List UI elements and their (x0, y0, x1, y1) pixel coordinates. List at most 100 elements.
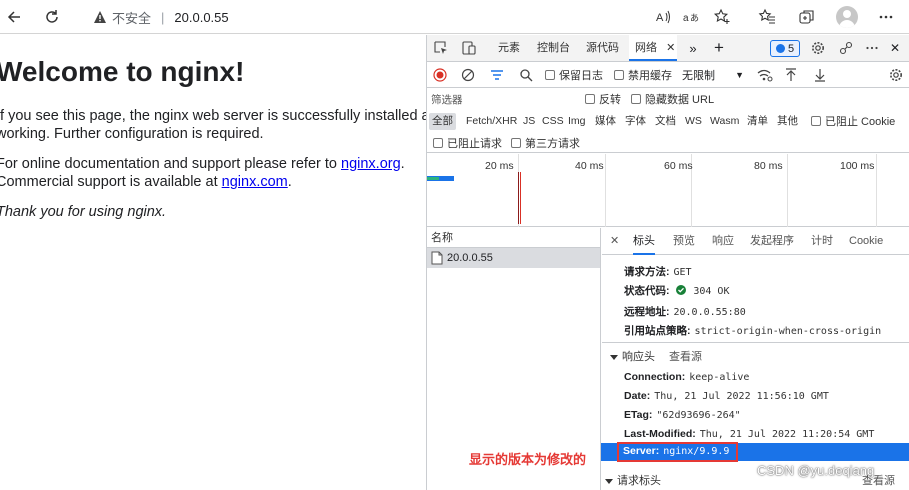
reload-button[interactable] (40, 5, 64, 29)
back-button[interactable] (2, 5, 26, 29)
request-headers-section[interactable]: 请求标头 (605, 472, 661, 488)
collections-button[interactable] (795, 5, 819, 29)
close-devtools-icon[interactable]: ✕ (887, 40, 903, 56)
tab-sources[interactable]: 源代码 (586, 35, 619, 61)
close-detail-icon[interactable]: ✕ (610, 228, 619, 255)
favorites-button[interactable] (755, 5, 779, 29)
request-waterfall-wait (427, 177, 439, 180)
page-content: Welcome to nginx! If you see this page, … (0, 35, 426, 490)
download-icon (815, 69, 825, 82)
type-media[interactable]: 媒体 (595, 113, 616, 130)
hide-data-urls-checkbox[interactable]: 隐藏数据 URL (631, 88, 714, 110)
type-wasm[interactable]: Wasm (710, 113, 739, 130)
checkbox-icon (811, 116, 821, 126)
browser-toolbar: 不安全 | 20.0.0.55 A aあ (0, 0, 909, 34)
network-conditions-button[interactable] (757, 62, 773, 88)
add-favorite-button[interactable] (710, 5, 734, 29)
support-mid: . (400, 156, 405, 172)
tick-label: 100 ms (840, 160, 875, 172)
check-circle-icon (676, 285, 687, 295)
tab-response[interactable]: 响应 (712, 228, 734, 255)
issues-badge[interactable]: 5 (770, 40, 800, 57)
read-aloud-icon: A (656, 10, 670, 24)
type-all[interactable]: 全部 (429, 113, 456, 130)
network-settings-button[interactable] (889, 62, 903, 88)
tab-preview[interactable]: 预览 (673, 228, 695, 255)
tab-console[interactable]: 控制台 (537, 35, 570, 61)
tab-initiator[interactable]: 发起程序 (750, 228, 794, 255)
server-header-row[interactable]: Server: nginx/9.9.9 (601, 442, 909, 462)
security-label[interactable]: 不安全 (112, 8, 151, 27)
address-bar[interactable]: 不安全 | 20.0.0.55 (84, 5, 644, 29)
request-row[interactable]: 20.0.0.55 (427, 248, 600, 268)
type-js[interactable]: JS (523, 113, 535, 130)
blocked-requests-checkbox[interactable]: 已阻止请求 (433, 133, 502, 153)
import-har-button[interactable] (784, 62, 798, 88)
name-column-header[interactable]: 名称 (427, 228, 600, 248)
view-source-link[interactable]: 查看源 (669, 351, 702, 363)
experiments-icon[interactable] (838, 40, 854, 56)
header-value: keep-alive (689, 372, 750, 383)
invert-checkbox[interactable]: 反转 (585, 88, 621, 110)
export-har-button[interactable] (813, 62, 827, 88)
devtools-tab-bar: 元素 控制台 源代码 网络 ✕ » + 5 ✕ (427, 35, 909, 62)
preserve-log-label: 保留日志 (559, 70, 603, 82)
type-css[interactable]: CSS (542, 113, 564, 130)
nginx-com-link[interactable]: nginx.com (222, 174, 288, 190)
kebab-menu-icon[interactable] (864, 40, 880, 56)
intro-paragraph: If you see this page, the nginx web serv… (0, 107, 426, 143)
header-value: Thu, 21 Jul 2022 11:20:54 GMT (699, 429, 875, 440)
filter-toggle[interactable] (490, 62, 504, 88)
throttle-select[interactable]: 无限制 ▼ (682, 67, 744, 83)
hide-data-urls-label: 隐藏数据 URL (645, 94, 715, 106)
add-tab-icon[interactable]: + (711, 38, 727, 57)
more-button[interactable] (874, 5, 898, 29)
third-party-label: 第三方请求 (525, 138, 580, 150)
tab-network[interactable]: 网络 ✕ (629, 35, 677, 61)
type-font[interactable]: 字体 (625, 113, 646, 130)
filter-input[interactable]: 筛选器 (431, 92, 463, 107)
devtools-panel: 元素 控制台 源代码 网络 ✕ » + 5 ✕ 保留日志 禁用缓存 无限制 ▼ … (426, 35, 909, 490)
nginx-org-link[interactable]: nginx.org (341, 156, 401, 172)
type-fetch-xhr[interactable]: Fetch/XHR (466, 113, 517, 130)
device-toolbar-icon[interactable] (461, 40, 477, 56)
profile-avatar[interactable] (836, 6, 858, 28)
response-headers-section[interactable]: 响应头 查看源 (610, 348, 702, 364)
preserve-log-checkbox[interactable]: 保留日志 (545, 62, 603, 88)
tab-elements[interactable]: 元素 (498, 35, 520, 61)
blocked-cookies-checkbox[interactable]: 已阻止 Cookie (811, 110, 895, 132)
header-value: Thu, 21 Jul 2022 11:56:10 GMT (654, 391, 829, 402)
more-tabs-icon[interactable]: » (685, 40, 701, 56)
record-button[interactable] (433, 62, 447, 88)
last-modified-row: Last-Modified: Thu, 21 Jul 2022 11:20:54 … (624, 428, 874, 440)
clear-button[interactable] (461, 62, 475, 88)
type-other[interactable]: 其他 (777, 113, 798, 130)
network-toolbar: 保留日志 禁用缓存 无限制 ▼ (427, 62, 909, 88)
tab-headers[interactable]: 标头 (633, 228, 655, 255)
tab-timing[interactable]: 计时 (811, 228, 833, 255)
translate-button[interactable]: aあ (680, 5, 704, 29)
tick-label: 40 ms (575, 160, 604, 172)
tick-label: 60 ms (664, 160, 693, 172)
close-icon[interactable]: ✕ (666, 42, 675, 54)
checkbox-icon (433, 138, 443, 148)
wifi-settings-icon (757, 69, 773, 82)
url-text[interactable]: 20.0.0.55 (174, 10, 228, 25)
type-doc[interactable]: 文档 (655, 113, 676, 130)
disable-cache-checkbox[interactable]: 禁用缓存 (614, 62, 672, 88)
inspect-icon[interactable] (433, 40, 449, 56)
gear-icon[interactable] (810, 40, 826, 56)
throttle-value: 无限制 (682, 70, 715, 82)
search-button[interactable] (519, 62, 533, 88)
type-manifest[interactable]: 清单 (747, 113, 768, 130)
commercial-suffix: . (287, 174, 292, 190)
type-ws[interactable]: WS (685, 113, 702, 130)
request-name: 20.0.0.55 (447, 252, 493, 264)
read-aloud-button[interactable]: A (652, 5, 676, 29)
tab-cookies[interactable]: Cookie (849, 228, 883, 255)
network-overview-timeline[interactable]: 20 ms 40 ms 60 ms 80 ms 100 ms (427, 154, 909, 227)
type-img[interactable]: Img (568, 113, 586, 130)
third-party-checkbox[interactable]: 第三方请求 (511, 133, 580, 153)
status-code-row: 状态代码: 304 OK (624, 283, 729, 298)
checkbox-icon (585, 94, 595, 104)
